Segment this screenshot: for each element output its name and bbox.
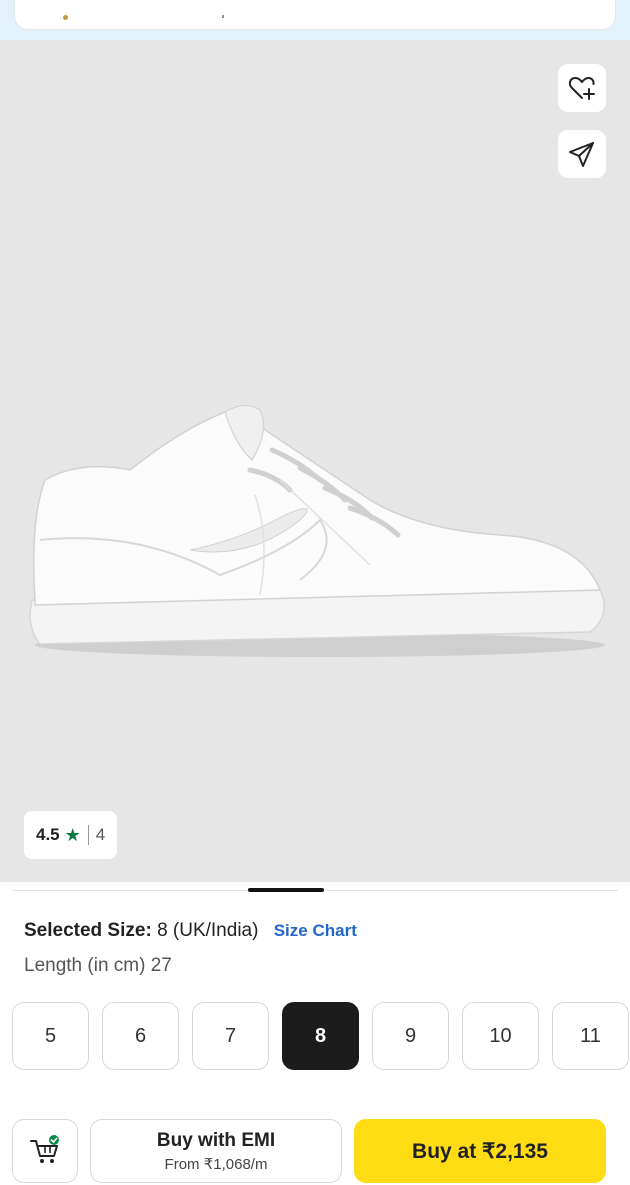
size-option[interactable]: 11: [552, 1002, 629, 1070]
bottom-action-bar: Buy with EMI From ₹1,068/m Buy at ₹2,135: [0, 1105, 630, 1185]
product-shoe-image: [29, 404, 605, 657]
rating-count: 4: [95, 825, 106, 844]
selected-size-label: Selected Size:: [24, 920, 152, 941]
share-button[interactable]: [558, 130, 606, 178]
top-search-bar: [0, 0, 630, 40]
search-tick-mark: [222, 15, 224, 18]
search-field-remnant[interactable]: [14, 0, 616, 30]
rating-value: 4.5: [36, 825, 60, 844]
rating-divider: [87, 825, 89, 845]
emi-subtitle: From ₹1,068/m: [164, 1156, 268, 1173]
wishlist-button[interactable]: [558, 64, 606, 112]
selected-size-row: Selected Size: 8 (UK/India) Size Chart: [24, 920, 357, 942]
size-option[interactable]: 5: [12, 1002, 89, 1070]
search-dot-mark: [63, 15, 68, 20]
size-option[interactable]: 7: [192, 1002, 269, 1070]
cart-check-icon: [30, 1135, 59, 1163]
image-carousel-indicator: [248, 888, 324, 892]
size-option[interactable]: 10: [462, 1002, 539, 1070]
size-option[interactable]: 6: [102, 1002, 179, 1070]
wishlist-heart-plus-icon: [568, 77, 595, 100]
rating-badge[interactable]: 4.5 ★ 4: [24, 811, 118, 859]
product-image-area[interactable]: 4.5 ★ 4: [0, 40, 630, 882]
size-chart-link[interactable]: Size Chart: [274, 921, 357, 940]
add-to-cart-button[interactable]: [12, 1119, 78, 1183]
size-option-selected[interactable]: 8: [282, 1002, 359, 1070]
buy-with-emi-button[interactable]: Buy with EMI From ₹1,068/m: [90, 1119, 342, 1183]
length-info: Length (in cm) 27: [24, 955, 172, 976]
buy-now-button[interactable]: Buy at ₹2,135: [354, 1119, 606, 1183]
share-send-icon: [569, 142, 594, 167]
size-options: 5 6 7 8 9 10 11: [12, 1002, 629, 1070]
emi-title: Buy with EMI: [156, 1130, 276, 1151]
selected-size-value: 8 (UK/India): [157, 920, 259, 941]
star-icon: ★: [64, 824, 81, 845]
size-option[interactable]: 9: [372, 1002, 449, 1070]
